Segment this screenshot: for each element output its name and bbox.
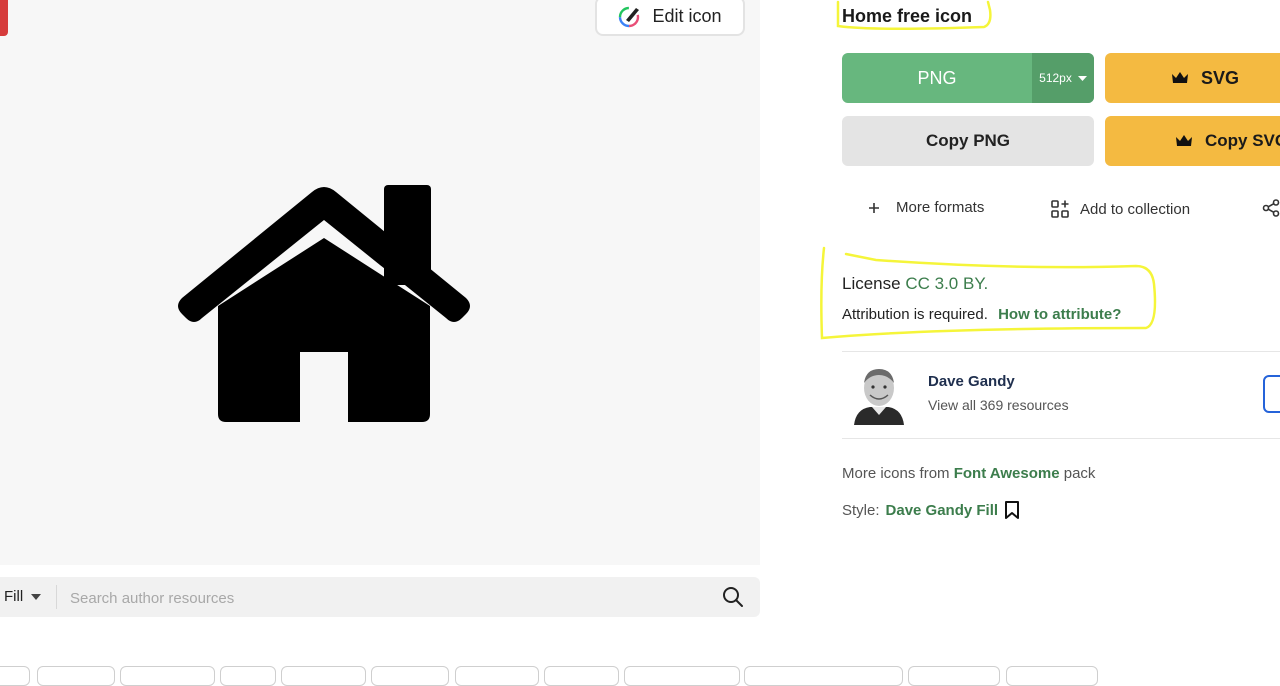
tag-chip[interactable] (455, 666, 539, 686)
tag-chip[interactable] (624, 666, 740, 686)
add-collection-label: Add to collection (1080, 200, 1191, 218)
more-icons-suffix: pack (1063, 465, 1096, 482)
license-prefix: License (842, 274, 901, 293)
author-name[interactable]: Dave Gandy (928, 373, 1015, 390)
more-formats-label: More formats (896, 199, 985, 216)
more-icons-prefix: More icons from (842, 465, 950, 482)
edit-icon-button[interactable]: Edit icon (595, 0, 745, 36)
tag-chip[interactable] (281, 666, 366, 686)
author-avatar[interactable] (852, 363, 906, 425)
attribution-text: Attribution is required. (842, 306, 988, 323)
copy-svg-label: Copy SVG (1205, 131, 1280, 150)
svg-button-label: SVG (1200, 67, 1239, 88)
tag-chip[interactable] (544, 666, 619, 686)
more-icons-line: More icons from Font Awesome pack (842, 465, 1095, 482)
download-svg-button[interactable]: SVG (1105, 53, 1280, 103)
author-resources-link[interactable]: View all 369 resources (928, 397, 1069, 413)
png-button-label: PNG (917, 67, 957, 88)
share-icon (1262, 199, 1280, 217)
search-input[interactable] (68, 581, 692, 615)
share-button[interactable] (1262, 199, 1280, 217)
search-divider (56, 585, 57, 609)
how-to-attribute-link[interactable]: How to attribute? (998, 306, 1121, 323)
copy-png-label: Copy PNG (925, 131, 1011, 150)
style-select-value: Fill (4, 588, 24, 605)
download-png-button[interactable]: PNG 512px (842, 53, 1094, 103)
copy-png-button[interactable]: Copy PNG (842, 116, 1094, 166)
bookmark-icon[interactable] (1004, 501, 1020, 519)
search-icon[interactable] (722, 586, 744, 608)
tag-chip[interactable] (120, 666, 215, 686)
style-link[interactable]: Dave Gandy Fill (886, 502, 999, 519)
icon-title: Home free icon (842, 6, 973, 26)
edit-brush-icon (619, 6, 640, 28)
caret-down-icon (1077, 75, 1087, 81)
tag-chip[interactable] (371, 666, 449, 686)
tag-chip[interactable] (220, 666, 276, 686)
crown-icon (1176, 135, 1192, 146)
pack-link[interactable]: Font Awesome (954, 465, 1060, 482)
home-icon (178, 185, 470, 422)
tag-chip[interactable] (744, 666, 903, 686)
png-size-select[interactable]: 512px (1032, 53, 1094, 103)
tag-chip[interactable] (0, 666, 30, 686)
red-tab-edge[interactable] (0, 0, 8, 36)
divider (842, 351, 1280, 352)
author-search-bar: Fill (0, 577, 760, 617)
caret-down-icon (31, 593, 42, 600)
tag-chip[interactable] (908, 666, 1000, 686)
copy-svg-button[interactable]: Copy SVG (1105, 116, 1280, 166)
divider (842, 438, 1280, 439)
attribution-line: Attribution is required. How to attribut… (842, 306, 1121, 323)
edit-icon-label: Edit icon (652, 5, 722, 26)
follow-button[interactable] (1263, 375, 1280, 413)
style-label: Style: (842, 501, 880, 519)
plus-icon (869, 202, 879, 213)
more-formats-button[interactable]: More formats (868, 199, 984, 216)
style-select[interactable]: Fill (4, 588, 42, 605)
tag-chip[interactable] (1006, 666, 1098, 686)
tag-chip[interactable] (37, 666, 115, 686)
png-size-value: 512px (1039, 71, 1072, 85)
style-line: Style: Dave Gandy Fill (842, 501, 1020, 519)
license-link[interactable]: CC 3.0 BY. (905, 274, 988, 293)
license-line: License CC 3.0 BY. (842, 274, 988, 294)
add-to-collection-button[interactable]: Add to collection (1050, 199, 1190, 219)
crown-icon (1171, 72, 1188, 83)
add-collection-icon (1051, 200, 1069, 218)
